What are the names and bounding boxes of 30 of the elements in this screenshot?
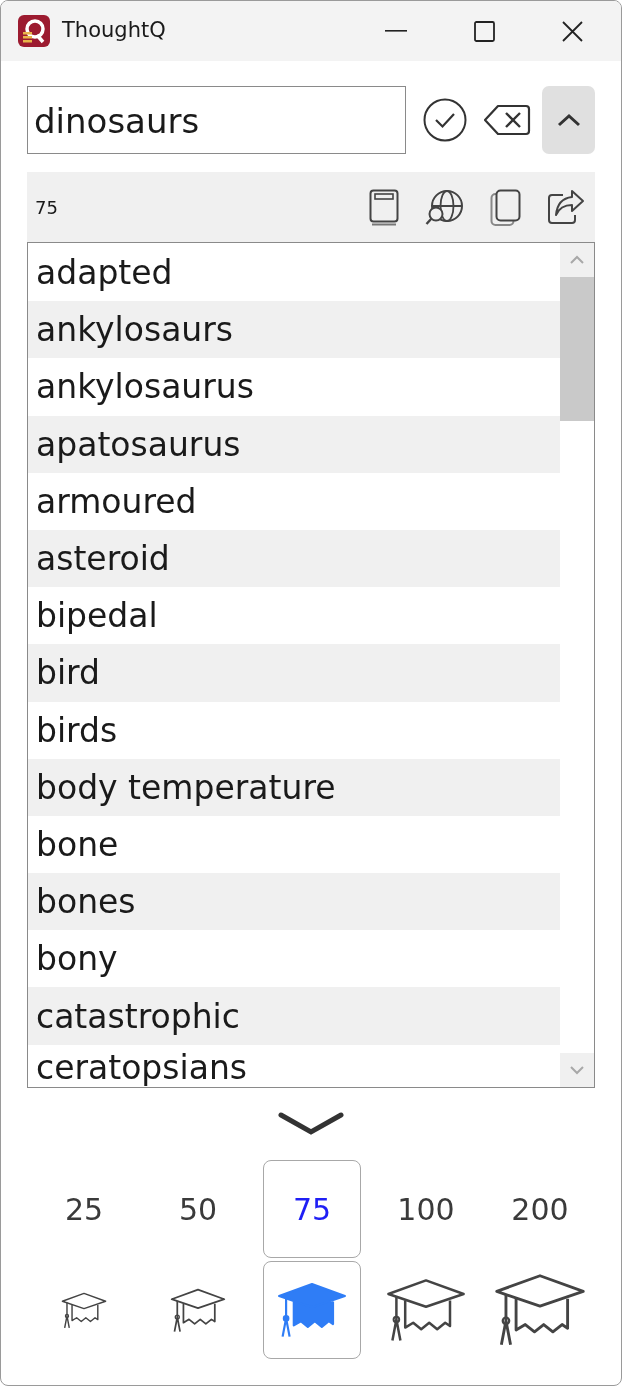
level-button[interactable]: 200 <box>491 1160 589 1258</box>
word-list-item[interactable]: bird <box>28 644 560 702</box>
chevron-down-icon[interactable] <box>278 1112 344 1136</box>
search-field[interactable]: dinosaurs <box>27 86 406 154</box>
backspace-icon[interactable] <box>483 104 531 136</box>
collapse-button[interactable] <box>542 86 595 154</box>
check-circle-icon[interactable] <box>423 98 467 142</box>
maximize-icon[interactable] <box>474 20 495 42</box>
word-list-item[interactable]: bones <box>28 873 560 931</box>
share-icon[interactable] <box>547 189 585 225</box>
book-icon[interactable] <box>369 188 399 226</box>
globe-search-icon[interactable] <box>425 188 464 226</box>
close-icon[interactable] <box>562 20 583 42</box>
result-count: 75 <box>35 195 58 220</box>
scrollbar-thumb[interactable] <box>560 277 594 421</box>
window-title: ThoughtQ <box>62 17 166 45</box>
level-button[interactable]: 75 <box>263 1160 361 1258</box>
copy-icon[interactable] <box>490 188 521 226</box>
chevron-up-icon <box>556 113 581 127</box>
scrollbar[interactable] <box>560 243 594 1087</box>
app-logo-icon <box>18 15 50 47</box>
word-list-item[interactable]: catastrophic <box>28 987 560 1045</box>
level-button[interactable]: 25 <box>35 1160 133 1258</box>
word-list-item[interactable]: asteroid <box>28 529 560 588</box>
word-list-item[interactable]: apatosaurus <box>28 415 560 473</box>
word-list-item[interactable]: body temperature <box>28 758 560 816</box>
minimize-icon[interactable] <box>385 30 407 32</box>
word-list-item[interactable]: ankylosaurs <box>28 301 560 359</box>
level-button[interactable]: 50 <box>149 1160 247 1258</box>
level-button[interactable]: 100 <box>377 1160 475 1258</box>
